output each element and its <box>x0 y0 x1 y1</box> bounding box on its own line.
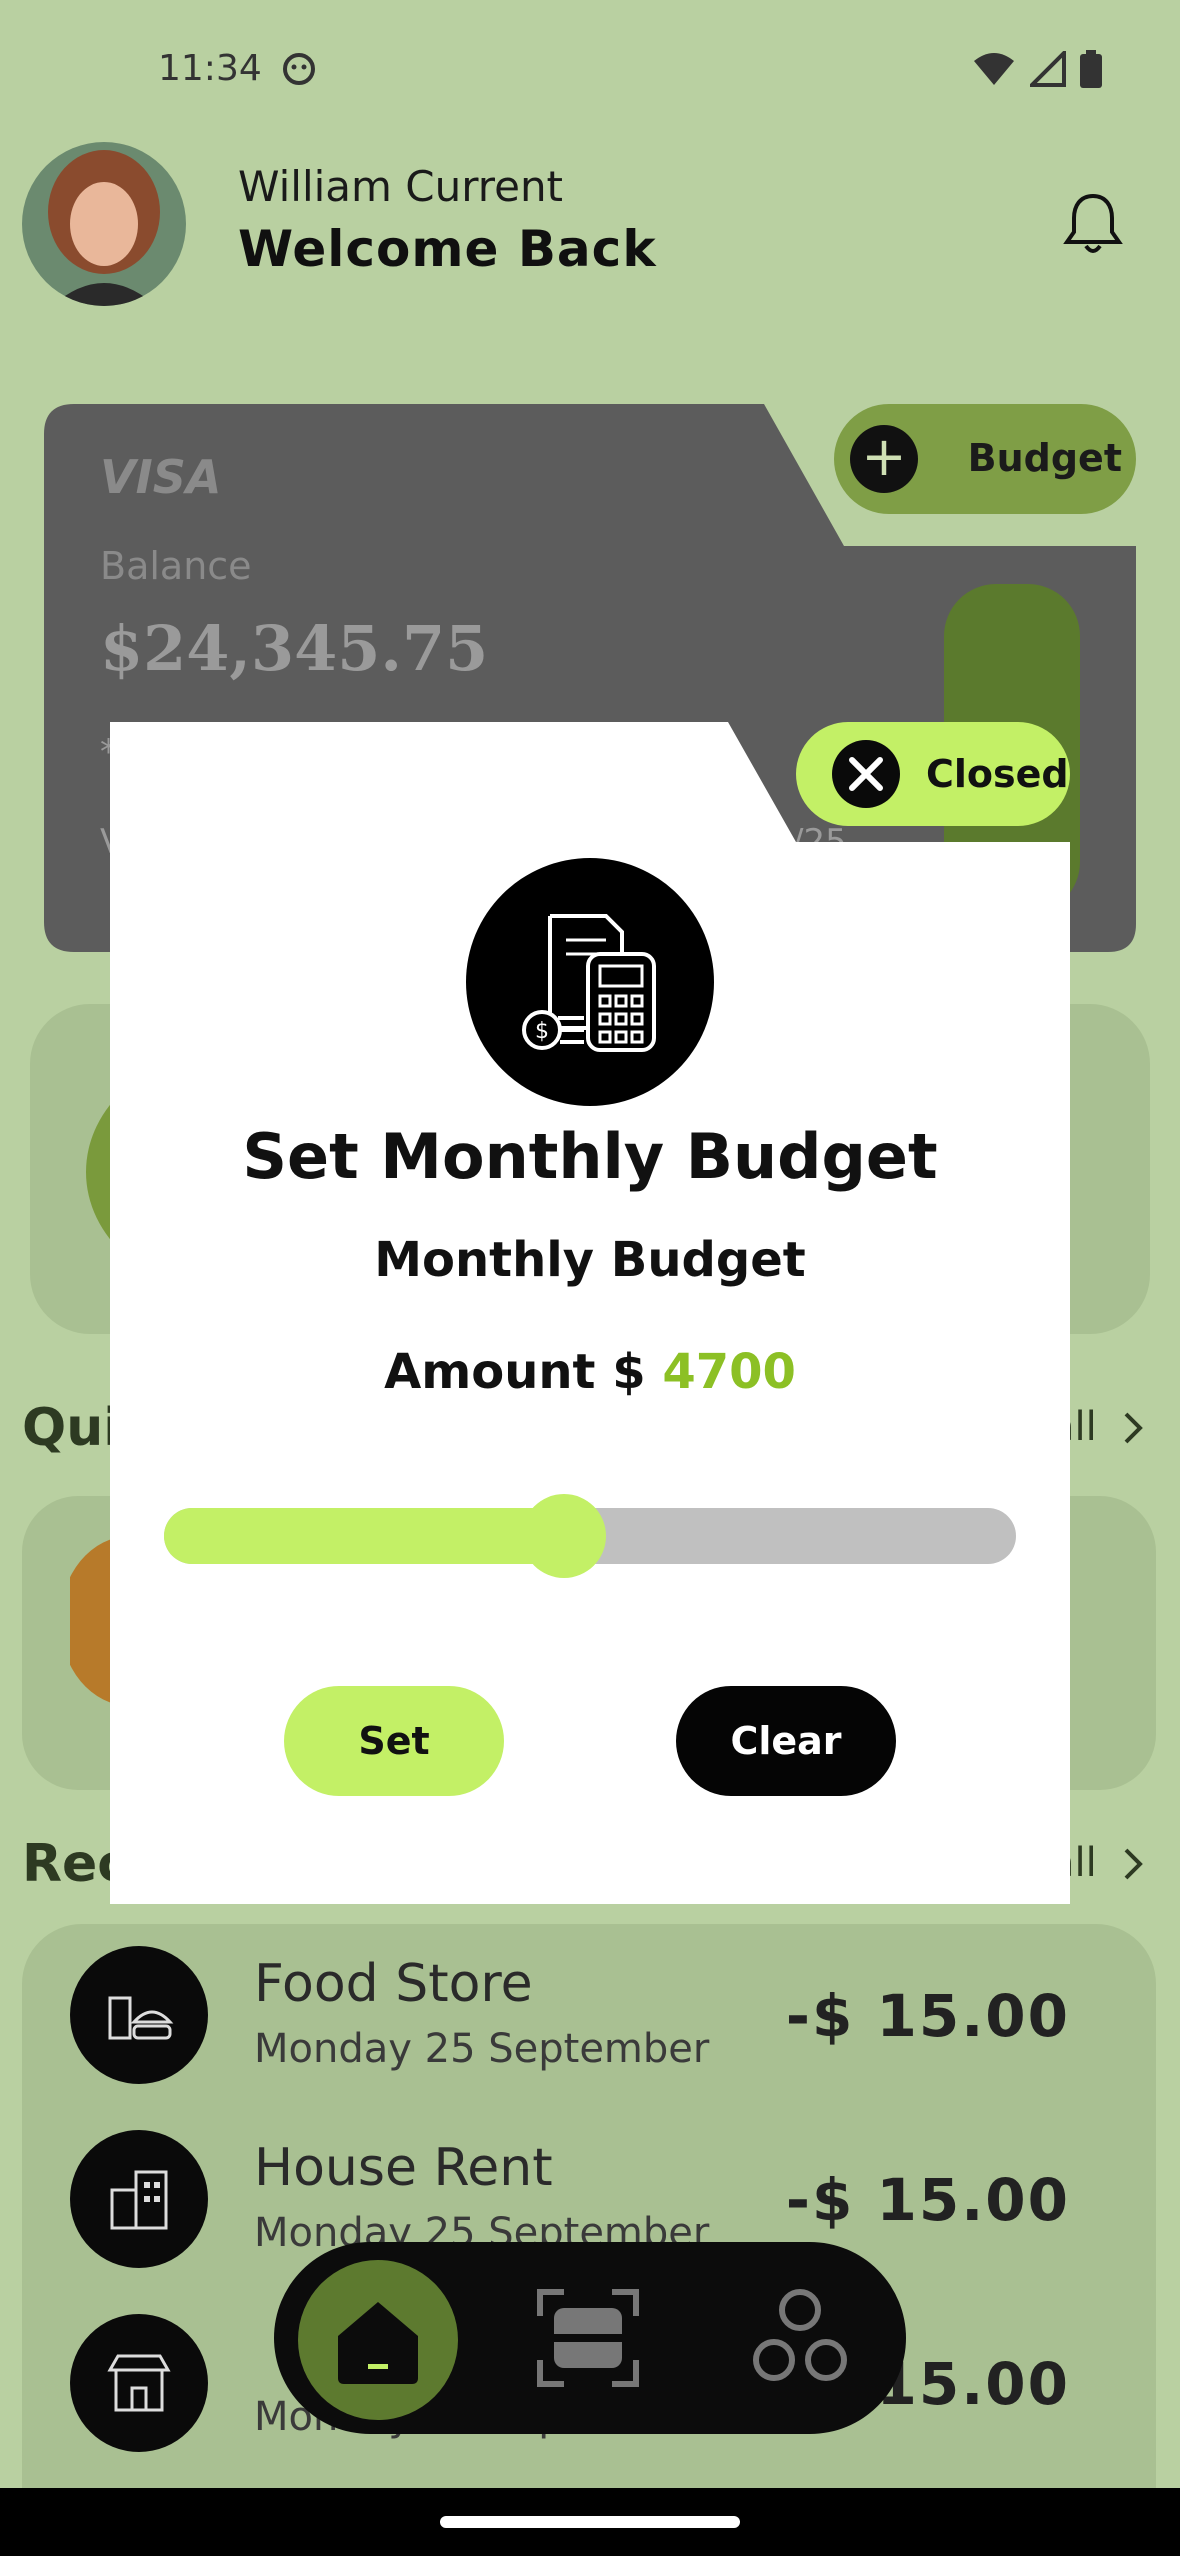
budget-calculator-icon: $ <box>466 858 714 1106</box>
signal-icon <box>1030 51 1066 87</box>
set-button[interactable]: Set <box>284 1686 504 1796</box>
chevron-right-icon[interactable] <box>1122 1846 1144 1882</box>
transaction-amount: 15.00 <box>876 2350 1070 2418</box>
building-icon <box>70 2130 208 2268</box>
avatar-image <box>22 142 186 306</box>
amount-value: 4700 <box>662 1344 796 1400</box>
avatar[interactable] <box>22 142 186 306</box>
bottom-nav <box>274 2242 906 2434</box>
home-icon <box>338 2302 418 2384</box>
budget-modal: Closed $ Set Monthly Budget Monthly Budg… <box>110 722 1070 1904</box>
battery-icon <box>1080 50 1102 88</box>
close-icon <box>832 740 900 808</box>
balance-value: $24,345.75 <box>100 612 489 685</box>
scan-icon[interactable] <box>536 2288 640 2388</box>
status-app-icon <box>283 53 315 85</box>
bell-icon[interactable] <box>1062 190 1124 256</box>
home-indicator[interactable] <box>440 2516 740 2528</box>
user-name: William Current <box>238 162 564 211</box>
balance-label: Balance <box>100 544 252 588</box>
status-bar: 11:34 <box>0 0 1180 140</box>
status-time: 11:34 <box>158 48 262 89</box>
amount-prefix: Amount $ <box>384 1344 646 1400</box>
slider-fill <box>164 1508 565 1564</box>
plus-icon: + <box>850 425 918 493</box>
transaction-amount: -$ 15.00 <box>785 2166 1070 2234</box>
apps-icon[interactable] <box>752 2288 848 2384</box>
modal-title: Set Monthly Budget <box>242 1120 938 1193</box>
food-store-icon <box>70 1946 208 2084</box>
svg-text:$: $ <box>535 1019 549 1044</box>
amount-display: Amount $ 4700 <box>110 1344 1070 1400</box>
nav-home-button[interactable] <box>298 2260 458 2420</box>
close-button-label: Closed <box>926 752 1069 796</box>
chevron-right-icon[interactable] <box>1122 1410 1144 1446</box>
quick-section-title: Qui <box>22 1398 122 1458</box>
transaction-title: House Rent <box>254 2138 553 2198</box>
budget-button-label: Budget <box>967 436 1122 480</box>
status-icons <box>972 50 1102 88</box>
card-brand: VISA <box>100 450 222 504</box>
transaction-title: Food Store <box>254 1954 533 2014</box>
budget-slider[interactable] <box>164 1494 1016 1578</box>
transaction-amount: -$ 15.00 <box>785 1982 1070 2050</box>
shop-icon <box>70 2314 208 2452</box>
wifi-icon <box>974 53 1014 85</box>
welcome-heading: Welcome Back <box>238 220 657 278</box>
clear-button[interactable]: Clear <box>676 1686 896 1796</box>
budget-button[interactable]: + Budget <box>834 404 1136 514</box>
transaction-date: Monday 25 September <box>254 2026 710 2072</box>
slider-thumb[interactable] <box>522 1494 607 1578</box>
transaction-row[interactable]: Food Store Monday 25 September -$ 15.00 <box>70 1946 1070 2086</box>
close-button[interactable]: Closed <box>796 722 1070 826</box>
modal-subtitle: Monthly Budget <box>374 1232 806 1288</box>
